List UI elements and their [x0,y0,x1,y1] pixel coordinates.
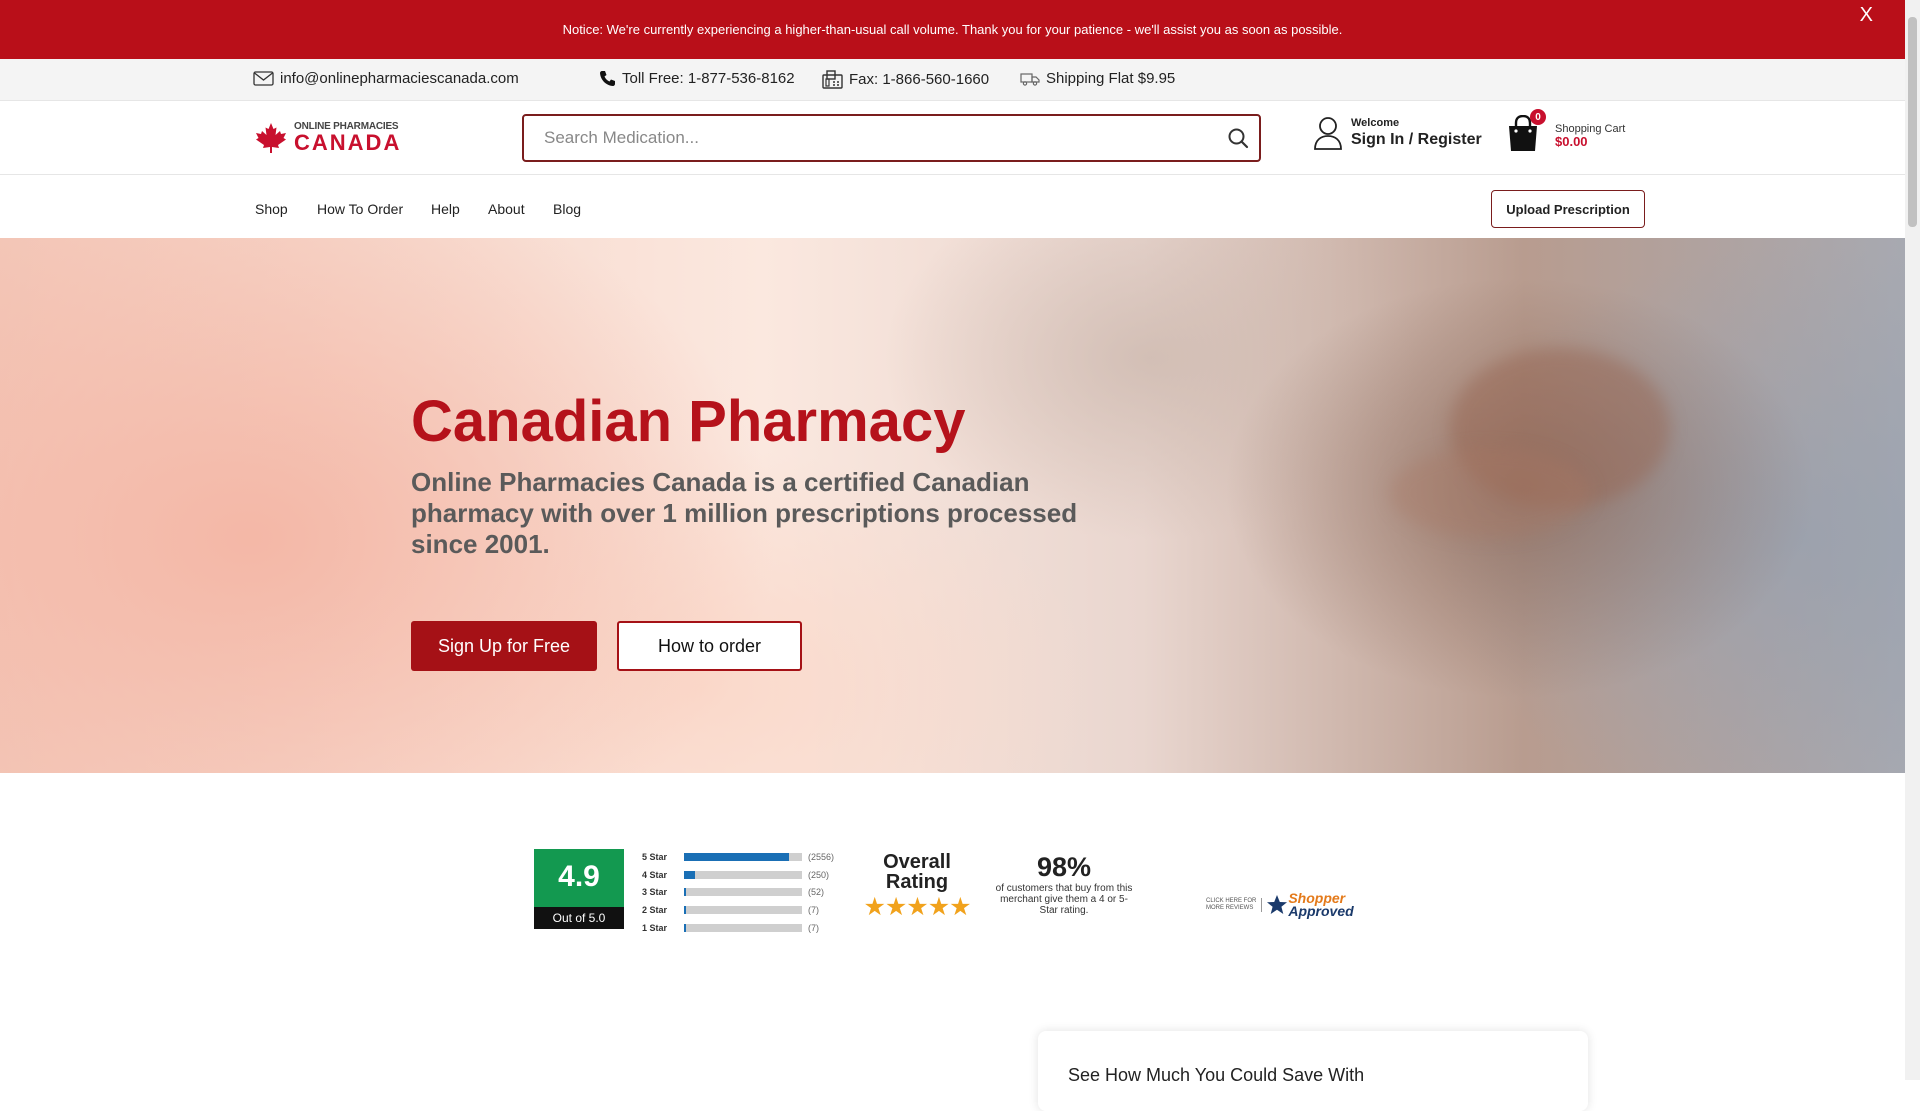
nav-item-blog[interactable]: Blog [553,201,581,217]
rating-row-count: (7) [808,905,819,916]
rating-out-of: Out of 5.0 [534,907,624,929]
user-icon [1314,117,1342,150]
ratings-widget: 4.9 Out of 5.0 5 Star (2556) 4 Star (250) 3 … [534,848,1378,933]
overall-rating: Overall Rating ★★★★★ [852,852,982,922]
rating-bar-track [684,888,802,897]
maple-leaf-icon [256,123,286,153]
shopper-approved-link[interactable]: CLICK HERE FOR MORE REVIEWS Shopper Appr… [1206,891,1354,919]
overall-line-1: Overall [883,851,951,873]
brand-word-2: Approved [1288,903,1354,919]
sign-up-button[interactable]: Sign Up for Free [411,621,597,671]
how-to-order-button[interactable]: How to order [617,621,802,671]
fax-info: Fax: 1-866-560-1660 [822,70,989,89]
hero-image-fingers [1390,448,1590,538]
rating-row: 2 Star (7) [642,901,834,919]
rating-score-box: 4.9 Out of 5.0 [534,849,624,929]
nav-item-shop[interactable]: Shop [255,201,288,217]
page-scrollbar[interactable] [1905,0,1920,1080]
rating-bar-fill [684,924,687,933]
site-logo[interactable]: ONLINE PHARMACIES CANADA [254,122,401,154]
site-header: ONLINE PHARMACIES CANADA Welcome Sign In… [0,101,1905,175]
rating-row-label: 5 Star [642,851,668,862]
star-badge-icon [1267,895,1288,914]
shipping-text: Shipping Flat $9.95 [1046,70,1176,87]
account-link[interactable]: Welcome Sign In / Register [1313,116,1482,150]
percent-value: 98% [1036,852,1092,882]
rating-bar-fill [684,852,790,861]
contact-info-bar: info@onlinepharmaciescanada.com Toll Fre… [0,59,1905,101]
more-reviews-line-1: CLICK HERE FOR [1206,898,1257,904]
search-icon [1228,128,1249,149]
rating-row-count: (52) [808,887,825,898]
rating-breakdown: 5 Star (2556) 4 Star (250) 3 Star (52) 2 Star (… [642,848,834,937]
star-rating: ★★★★★ [863,893,971,921]
rating-row-count: (7) [808,923,819,934]
savings-title: See How Much You Could Save With [1068,1065,1365,1085]
cart-total: $0.00 [1555,134,1588,150]
rating-row-label: 4 Star [642,869,668,880]
rating-bar-track [684,924,802,933]
notice-text: Notice: We're currently experiencing a h… [562,22,1343,37]
phone-text: Toll Free: 1-877-536-8162 [622,70,795,87]
phone-icon [600,71,615,86]
fax-icon [822,70,843,89]
shopper-approved-logo: Shopper Approved [1266,891,1354,919]
signin-register-link[interactable]: Sign In / Register [1351,130,1482,149]
rating-row: 3 Star (52) [642,884,834,902]
customer-percent: 98% of customers that buy from this merc… [994,852,1134,916]
hero-title: Canadian Pharmacy [411,389,966,454]
notice-bar: Notice: We're currently experiencing a h… [0,0,1905,59]
overall-line-2: Rating [885,871,949,893]
close-notice-button[interactable]: X [1860,4,1873,27]
logo-bottom-text: CANADA [294,130,402,155]
rating-row-label: 2 Star [642,905,668,916]
rating-bar-fill [684,870,695,879]
phone-link[interactable]: Toll Free: 1-877-536-8162 [599,70,795,87]
rating-row: 1 Star (7) [642,919,834,937]
nav-item-how-to-order[interactable]: How To Order [317,201,403,217]
rating-row-count: (250) [808,869,830,880]
scrollbar-thumb[interactable] [1908,17,1917,227]
email-text: info@onlinepharmaciescanada.com [280,70,519,87]
rating-row: 5 Star (2556) [642,848,834,866]
savings-card: See How Much You Could Save With [1038,1031,1588,1111]
welcome-text: Welcome [1351,116,1400,129]
more-reviews-text: CLICK HERE FOR MORE REVIEWS [1206,898,1263,912]
shopping-cart[interactable]: 0 Shopping Cart $0.00 [1505,109,1625,158]
cart-count-badge: 0 [1530,109,1546,125]
percent-text: of customers that buy from this merchant… [995,883,1133,916]
search-bar [522,114,1261,162]
fax-text: Fax: 1-866-560-1660 [849,71,990,88]
shipping-info: Shipping Flat $9.95 [1020,70,1175,87]
search-input[interactable] [524,116,1184,160]
search-button[interactable] [1227,127,1249,154]
rating-score: 4.9 [558,860,600,893]
more-reviews-line-2: MORE REVIEWS [1206,905,1254,911]
rating-bar-fill [684,906,687,915]
rating-row-label: 1 Star [642,923,668,934]
rating-bar-track [684,852,802,861]
truck-icon [1020,72,1040,86]
hero-subtitle: Online Pharmacies Canada is a certified … [411,467,1078,559]
hero-banner: Canadian Pharmacy Online Pharmacies Cana… [0,238,1905,773]
rating-row-label: 3 Star [642,887,668,898]
email-link[interactable]: info@onlinepharmaciescanada.com [253,70,519,87]
nav-item-about[interactable]: About [488,201,525,217]
rating-bar-track [684,906,802,915]
rating-bar-track [684,870,802,879]
mail-icon [253,71,274,86]
rating-row: 4 Star (250) [642,866,834,884]
nav-item-help[interactable]: Help [431,201,460,217]
main-nav: Shop How To Order Help About Blog Upload… [0,175,1905,238]
upload-prescription-button[interactable]: Upload Prescription [1491,190,1645,228]
rating-row-count: (2556) [808,851,835,862]
rating-bar-fill [684,888,687,897]
cart-icon-wrap: 0 [1505,109,1546,158]
